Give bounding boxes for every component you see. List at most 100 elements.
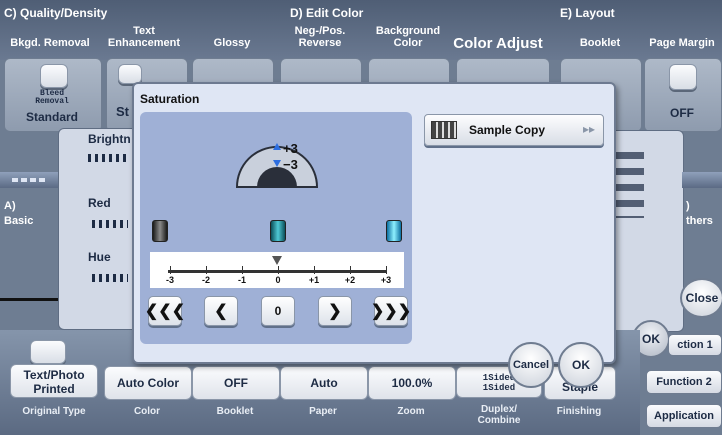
- bleed-removal-icon: [40, 64, 68, 88]
- booklet-value[interactable]: OFF: [192, 366, 280, 400]
- dialog-title: Saturation: [140, 92, 200, 106]
- duplex-label-line2: Combine: [477, 415, 521, 426]
- function2-label: Function 2: [656, 376, 712, 388]
- tab-bkgd-removal-label: Bkgd. Removal: [10, 37, 90, 49]
- tab-background-color[interactable]: Background Color: [368, 26, 448, 49]
- scale-tick: [313, 266, 315, 274]
- section-layout: E) Layout: [560, 6, 615, 20]
- function1-button[interactable]: ction 1: [668, 334, 722, 356]
- paper-label: Paper: [309, 406, 337, 417]
- right-nav-divider: [682, 172, 722, 188]
- zoom-label: Zoom: [397, 406, 425, 417]
- ok-button[interactable]: OK: [558, 342, 604, 388]
- nav-basic[interactable]: Basic: [4, 215, 33, 227]
- behind-brightness-scale: [88, 154, 128, 162]
- indicator-plus-value: +3: [283, 141, 298, 156]
- tab-text-enhancement-line1: Text: [133, 25, 155, 37]
- sample-copy-chevron-icon: ▸▸: [582, 122, 595, 136]
- behind-red[interactable]: Red: [70, 196, 128, 228]
- bleed-removal-label: Bleed Removal: [4, 90, 100, 106]
- zoom-value[interactable]: 100.0%: [368, 366, 456, 400]
- page-margin-icon: [669, 64, 697, 90]
- function1-label: ction 1: [677, 339, 713, 351]
- behind-red-scale: [92, 220, 128, 228]
- booklet-label: Booklet: [216, 406, 254, 417]
- scale-tick: [277, 266, 279, 274]
- behind-hue-scale: [92, 274, 128, 282]
- nav-others-letter: ): [686, 200, 690, 212]
- scale-pointer: [272, 256, 282, 265]
- nav-others[interactable]: thers: [686, 215, 713, 227]
- tab-page-margin-label: Page Margin: [649, 37, 715, 49]
- tab-negpos-reverse[interactable]: Neg-/Pos. Reverse: [280, 26, 360, 49]
- tab-color-adjust-label: Color Adjust: [453, 35, 543, 52]
- left-dark-line: [0, 298, 60, 301]
- scale-tick: [169, 266, 171, 274]
- tab-negpos-line1: Neg-/Pos.: [294, 25, 346, 37]
- decrease-max-button[interactable]: ❮❮❮: [145, 296, 185, 326]
- scale-tick-label: +2: [344, 275, 356, 285]
- function2-button[interactable]: Function 2: [646, 370, 722, 394]
- increase-button[interactable]: ❯: [318, 296, 352, 326]
- decrease-button[interactable]: ❮: [204, 296, 238, 326]
- application-label: Application: [654, 410, 714, 422]
- scale-tick: [385, 266, 387, 274]
- indicator-minus-arrow: [273, 160, 281, 167]
- right-behind-marks: [614, 152, 644, 218]
- cancel-button[interactable]: Cancel: [508, 342, 554, 388]
- tab-booklet[interactable]: Booklet: [560, 38, 640, 49]
- saturation-scale[interactable]: -3 -2 -1 0 +1 +2 +3: [150, 252, 404, 288]
- original-type-label: Original Type: [22, 406, 86, 417]
- scale-tick-label: -2: [201, 275, 210, 285]
- tab-negpos-line2: Reverse: [298, 37, 342, 49]
- bleed-line2: Removal: [35, 97, 69, 106]
- indicator-minus-value: −3: [283, 157, 298, 172]
- tab-color-adjust[interactable]: Color Adjust: [448, 36, 548, 52]
- tab-bgcolor-line2: Color: [393, 37, 423, 49]
- duplex-label-line1: Duplex/: [480, 404, 518, 415]
- scale-tick-label: +3: [380, 275, 392, 285]
- text-enhancement-value: St: [116, 104, 129, 119]
- scale-tick: [349, 266, 351, 274]
- tab-text-enhancement[interactable]: Text Enhancement: [104, 26, 184, 49]
- tab-glossy-label: Glossy: [213, 37, 251, 49]
- color-value[interactable]: Auto Color: [104, 366, 192, 400]
- behind-hue-label: Hue: [88, 250, 111, 264]
- tab-text-enhancement-line2: Enhancement: [107, 37, 181, 49]
- behind-brightness-label: Brightn: [88, 132, 131, 146]
- original-type-value[interactable]: Text/Photo Printed: [10, 364, 98, 398]
- tab-booklet-label: Booklet: [579, 37, 621, 49]
- application-button[interactable]: Application: [646, 404, 722, 428]
- finishing-label: Finishing: [556, 406, 602, 417]
- color-label: Color: [133, 406, 161, 417]
- tab-glossy[interactable]: Glossy: [192, 38, 272, 49]
- bleed-removal-value: Standard: [25, 110, 78, 124]
- close-button-label: Close: [685, 291, 719, 305]
- scale-tick: [205, 266, 207, 274]
- original-type-value-line1: Text/Photo: [23, 368, 85, 382]
- tab-bkgd-removal[interactable]: Bkgd. Removal: [0, 38, 100, 49]
- text-enhancement-icon: [118, 64, 142, 84]
- behind-hue[interactable]: Hue: [70, 250, 128, 282]
- ok-label: OK: [572, 358, 590, 372]
- current-value-display: 0: [261, 296, 295, 326]
- increase-max-button[interactable]: ❯❯❯: [371, 296, 411, 326]
- tab-page-margin[interactable]: Page Margin: [642, 38, 722, 49]
- behind-brightness[interactable]: Brightn: [70, 132, 131, 162]
- original-type-value-line2: Printed: [33, 382, 75, 396]
- original-type-icon: [30, 340, 66, 364]
- low-saturation-icon: [152, 220, 168, 242]
- high-saturation-icon: [386, 220, 402, 242]
- ok-back-label: OK: [642, 332, 660, 346]
- mid-saturation-icon: [270, 220, 286, 242]
- paper-value[interactable]: Auto: [280, 366, 368, 400]
- section-quality-density: C) Quality/Density: [4, 6, 108, 20]
- scale-tick-label: -1: [237, 275, 246, 285]
- behind-red-label: Red: [88, 196, 111, 210]
- sample-copy-label: Sample Copy: [469, 123, 546, 137]
- cancel-label: Cancel: [512, 359, 550, 371]
- sample-copy-button[interactable]: Sample Copy ▸▸: [424, 114, 604, 146]
- close-button[interactable]: Close: [680, 278, 722, 318]
- scale-tick: [241, 266, 243, 274]
- left-nav-dots: [12, 178, 48, 182]
